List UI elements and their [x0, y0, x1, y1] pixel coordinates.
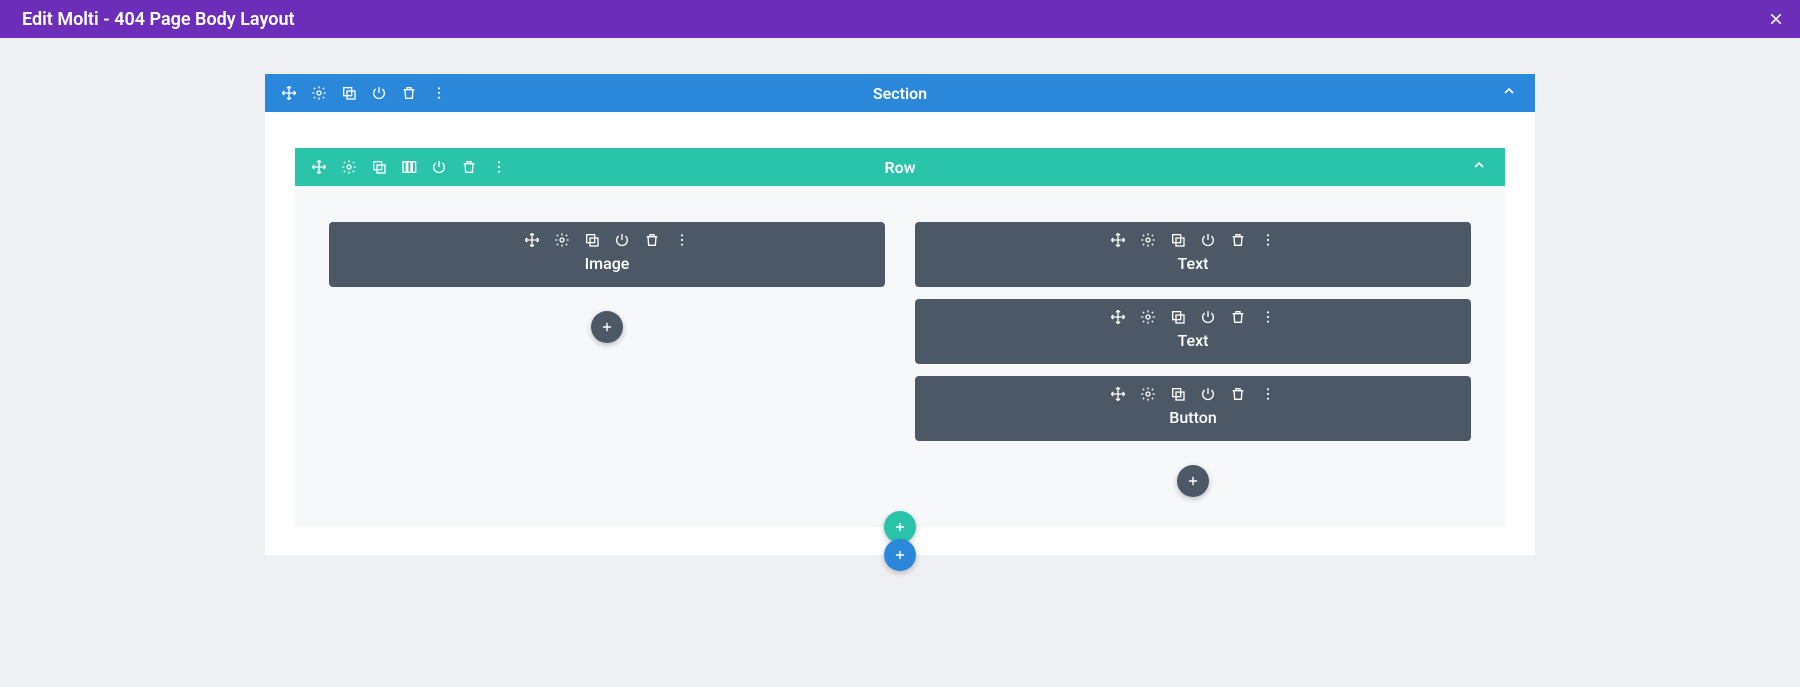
move-icon[interactable] [281, 85, 297, 101]
duplicate-icon[interactable] [371, 159, 387, 175]
move-icon[interactable] [311, 159, 327, 175]
module-tools [915, 309, 1471, 325]
add-module-button[interactable] [591, 311, 623, 343]
trash-icon[interactable] [1230, 232, 1246, 248]
move-icon[interactable] [1110, 386, 1126, 402]
trash-icon[interactable] [401, 85, 417, 101]
power-icon[interactable] [431, 159, 447, 175]
duplicate-icon[interactable] [341, 85, 357, 101]
row-tools [295, 159, 507, 175]
power-icon[interactable] [1200, 309, 1216, 325]
gear-icon[interactable] [1140, 232, 1156, 248]
module-label: Text [915, 254, 1471, 273]
more-icon[interactable] [1260, 232, 1276, 248]
module-label: Image [329, 254, 885, 273]
power-icon[interactable] [1200, 386, 1216, 402]
move-icon[interactable] [524, 232, 540, 248]
modal-title: Edit Molti - 404 Page Body Layout [22, 9, 295, 30]
section-tools [265, 85, 447, 101]
more-icon[interactable] [491, 159, 507, 175]
gear-icon[interactable] [554, 232, 570, 248]
module-button[interactable]: Button [915, 376, 1471, 441]
row-header[interactable]: Row [295, 148, 1505, 186]
column-right: Text Text [915, 222, 1471, 497]
duplicate-icon[interactable] [1170, 232, 1186, 248]
module-text[interactable]: Text [915, 299, 1471, 364]
add-section-button[interactable] [884, 539, 916, 571]
gear-icon[interactable] [311, 85, 327, 101]
module-tools [329, 232, 885, 248]
trash-icon[interactable] [644, 232, 660, 248]
collapse-button[interactable] [1501, 83, 1535, 103]
gear-icon[interactable] [1140, 309, 1156, 325]
plus-icon [1185, 473, 1201, 489]
module-label: Button [915, 408, 1471, 427]
section-label: Section [265, 84, 1535, 103]
trash-icon[interactable] [1230, 386, 1246, 402]
module-image[interactable]: Image [329, 222, 885, 287]
gear-icon[interactable] [1140, 386, 1156, 402]
builder-canvas: Section Row [0, 38, 1800, 615]
plus-icon [599, 319, 615, 335]
power-icon[interactable] [371, 85, 387, 101]
trash-icon[interactable] [461, 159, 477, 175]
power-icon[interactable] [614, 232, 630, 248]
duplicate-icon[interactable] [1170, 309, 1186, 325]
move-icon[interactable] [1110, 232, 1126, 248]
duplicate-icon[interactable] [1170, 386, 1186, 402]
section-body: Row [265, 112, 1535, 555]
collapse-button[interactable] [1471, 157, 1505, 177]
power-icon[interactable] [1200, 232, 1216, 248]
trash-icon[interactable] [1230, 309, 1246, 325]
section: Section Row [265, 74, 1535, 555]
more-icon[interactable] [1260, 309, 1276, 325]
module-tools [915, 386, 1471, 402]
section-header[interactable]: Section [265, 74, 1535, 112]
more-icon[interactable] [431, 85, 447, 101]
module-text[interactable]: Text [915, 222, 1471, 287]
column-left: Image [329, 222, 885, 497]
plus-icon [892, 547, 908, 563]
close-icon [1768, 11, 1784, 27]
module-label: Text [915, 331, 1471, 350]
more-icon[interactable] [674, 232, 690, 248]
row: Row [295, 148, 1505, 527]
module-tools [915, 232, 1471, 248]
move-icon[interactable] [1110, 309, 1126, 325]
plus-icon [892, 519, 908, 535]
modal-header: Edit Molti - 404 Page Body Layout [0, 0, 1800, 38]
gear-icon[interactable] [341, 159, 357, 175]
add-module-button[interactable] [1177, 465, 1209, 497]
close-button[interactable] [1766, 9, 1786, 29]
chevron-up-icon [1471, 157, 1487, 173]
row-body: Image [295, 186, 1505, 527]
duplicate-icon[interactable] [584, 232, 600, 248]
chevron-up-icon [1501, 83, 1517, 99]
columns-icon[interactable] [401, 159, 417, 175]
more-icon[interactable] [1260, 386, 1276, 402]
